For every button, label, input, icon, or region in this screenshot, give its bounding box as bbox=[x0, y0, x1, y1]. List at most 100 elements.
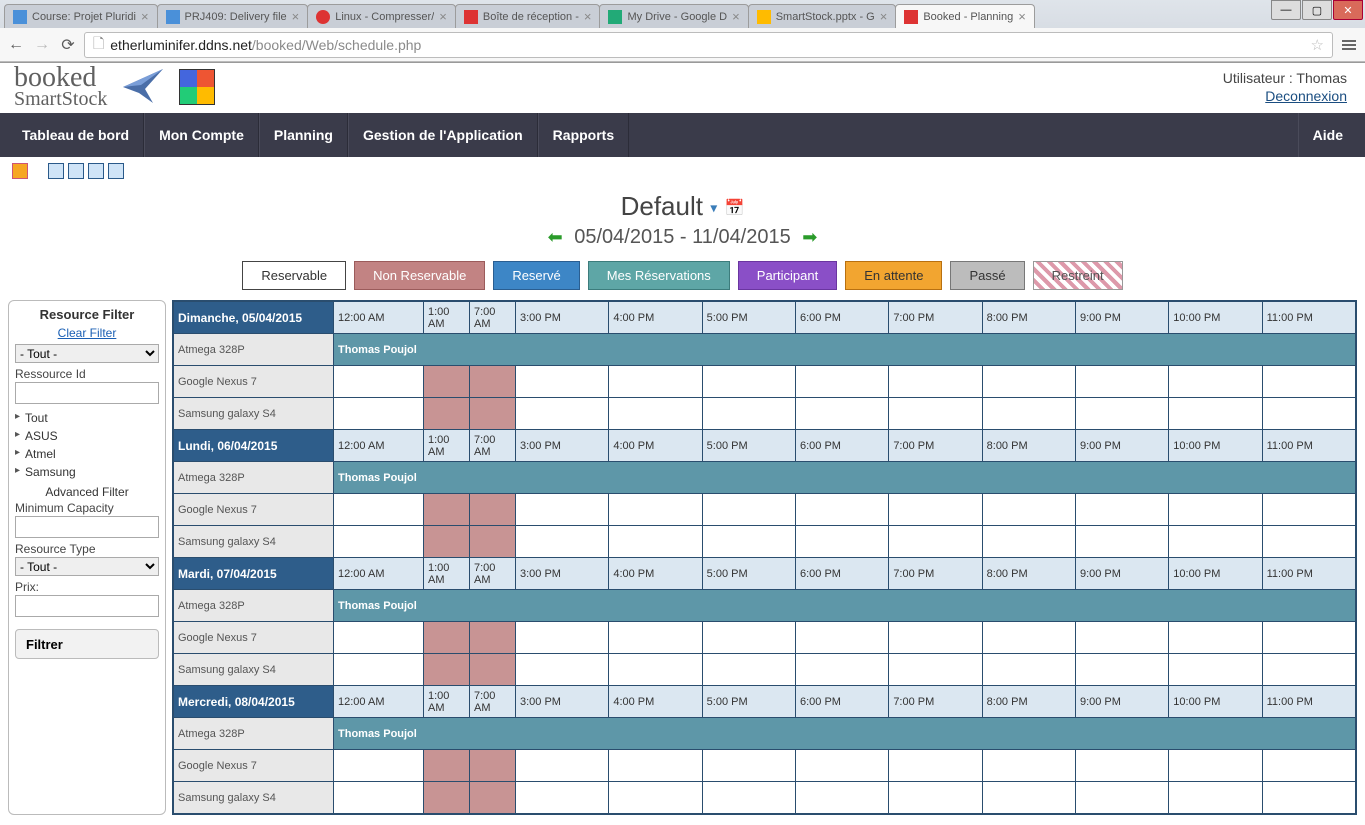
time-slot[interactable] bbox=[702, 366, 795, 398]
browser-tab[interactable]: My Drive - Google D× bbox=[599, 4, 748, 28]
time-slot[interactable] bbox=[1262, 366, 1355, 398]
time-slot[interactable] bbox=[424, 622, 470, 654]
time-slot[interactable] bbox=[982, 654, 1075, 686]
resource-name[interactable]: Google Nexus 7 bbox=[174, 494, 334, 526]
nav-help[interactable]: Aide bbox=[1298, 113, 1357, 157]
resource-name[interactable]: Samsung galaxy S4 bbox=[174, 654, 334, 686]
resource-name[interactable]: Atmega 328P bbox=[174, 334, 334, 366]
time-slot[interactable] bbox=[516, 526, 609, 558]
browser-tab[interactable]: Linux - Compresser/× bbox=[307, 4, 456, 28]
time-slot[interactable] bbox=[795, 782, 888, 814]
time-slot[interactable] bbox=[1075, 366, 1168, 398]
time-slot[interactable] bbox=[516, 366, 609, 398]
time-slot[interactable] bbox=[609, 494, 702, 526]
clear-filter-link[interactable]: Clear Filter bbox=[15, 326, 159, 340]
time-slot[interactable] bbox=[609, 398, 702, 430]
time-slot[interactable] bbox=[1075, 750, 1168, 782]
tree-item[interactable]: Tout bbox=[15, 409, 159, 427]
time-slot[interactable] bbox=[609, 782, 702, 814]
time-slot[interactable] bbox=[982, 750, 1075, 782]
resource-name[interactable]: Atmega 328P bbox=[174, 590, 334, 622]
minimize-button[interactable]: — bbox=[1271, 0, 1301, 20]
time-slot[interactable] bbox=[889, 782, 982, 814]
time-slot[interactable] bbox=[424, 494, 470, 526]
nav-account[interactable]: Mon Compte bbox=[144, 113, 259, 157]
time-slot[interactable] bbox=[609, 750, 702, 782]
reservation-block[interactable]: Thomas Poujol bbox=[334, 718, 1356, 750]
time-slot[interactable] bbox=[424, 750, 470, 782]
time-slot[interactable] bbox=[1169, 654, 1262, 686]
time-slot[interactable] bbox=[982, 622, 1075, 654]
time-slot[interactable] bbox=[795, 494, 888, 526]
time-slot[interactable] bbox=[334, 398, 424, 430]
time-slot[interactable] bbox=[334, 526, 424, 558]
time-slot[interactable] bbox=[889, 750, 982, 782]
resource-name[interactable]: Samsung galaxy S4 bbox=[174, 782, 334, 814]
time-slot[interactable] bbox=[889, 526, 982, 558]
browser-tab[interactable]: Boîte de réception -× bbox=[455, 4, 601, 28]
time-slot[interactable] bbox=[1169, 750, 1262, 782]
resource-name[interactable]: Samsung galaxy S4 bbox=[174, 526, 334, 558]
time-slot[interactable] bbox=[1262, 654, 1355, 686]
time-slot[interactable] bbox=[470, 398, 516, 430]
reservation-block[interactable]: Thomas Poujol bbox=[334, 590, 1356, 622]
time-slot[interactable] bbox=[982, 526, 1075, 558]
close-window-button[interactable]: ✕ bbox=[1333, 0, 1363, 20]
time-slot[interactable] bbox=[334, 366, 424, 398]
time-slot[interactable] bbox=[889, 366, 982, 398]
calendar-icon[interactable]: 📅 bbox=[724, 201, 744, 218]
time-slot[interactable] bbox=[795, 366, 888, 398]
time-slot[interactable] bbox=[795, 526, 888, 558]
time-slot[interactable] bbox=[1169, 782, 1262, 814]
prev-week-button[interactable]: ⬅ bbox=[548, 227, 563, 247]
time-slot[interactable] bbox=[1169, 622, 1262, 654]
time-slot[interactable] bbox=[982, 494, 1075, 526]
browser-tab[interactable]: PRJ409: Delivery file× bbox=[157, 4, 309, 28]
time-slot[interactable] bbox=[516, 398, 609, 430]
resource-type-select[interactable]: - Tout - bbox=[15, 557, 159, 576]
time-slot[interactable] bbox=[1262, 750, 1355, 782]
time-slot[interactable] bbox=[609, 622, 702, 654]
chrome-menu-button[interactable] bbox=[1339, 35, 1359, 55]
time-slot[interactable] bbox=[1075, 622, 1168, 654]
time-slot[interactable] bbox=[470, 782, 516, 814]
time-slot[interactable] bbox=[1262, 622, 1355, 654]
time-slot[interactable] bbox=[609, 366, 702, 398]
resource-name[interactable]: Atmega 328P bbox=[174, 718, 334, 750]
time-slot[interactable] bbox=[516, 622, 609, 654]
time-slot[interactable] bbox=[470, 494, 516, 526]
tree-item[interactable]: ASUS bbox=[15, 427, 159, 445]
time-slot[interactable] bbox=[1262, 398, 1355, 430]
time-slot[interactable] bbox=[334, 750, 424, 782]
time-slot[interactable] bbox=[982, 366, 1075, 398]
resource-id-input[interactable] bbox=[15, 382, 159, 404]
time-slot[interactable] bbox=[795, 398, 888, 430]
tab-close-icon[interactable]: × bbox=[1018, 9, 1026, 24]
favorite-view-icon[interactable] bbox=[12, 163, 28, 179]
reservation-block[interactable]: Thomas Poujol bbox=[334, 462, 1356, 494]
time-slot[interactable] bbox=[424, 526, 470, 558]
time-slot[interactable] bbox=[470, 654, 516, 686]
url-input[interactable]: 🗋 etherluminifer.ddns.net/booked/Web/sch… bbox=[84, 32, 1333, 58]
view-week-icon[interactable] bbox=[68, 163, 84, 179]
time-slot[interactable] bbox=[1075, 654, 1168, 686]
view-month-icon[interactable] bbox=[88, 163, 104, 179]
time-slot[interactable] bbox=[702, 654, 795, 686]
tab-close-icon[interactable]: × bbox=[439, 9, 447, 24]
time-slot[interactable] bbox=[702, 526, 795, 558]
time-slot[interactable] bbox=[609, 654, 702, 686]
time-slot[interactable] bbox=[424, 366, 470, 398]
view-list-icon[interactable] bbox=[108, 163, 124, 179]
time-slot[interactable] bbox=[334, 622, 424, 654]
time-slot[interactable] bbox=[1169, 398, 1262, 430]
time-slot[interactable] bbox=[1262, 526, 1355, 558]
time-slot[interactable] bbox=[982, 398, 1075, 430]
nav-dashboard[interactable]: Tableau de bord bbox=[8, 113, 144, 157]
time-slot[interactable] bbox=[795, 622, 888, 654]
resource-name[interactable]: Atmega 328P bbox=[174, 462, 334, 494]
bookmark-star-icon[interactable]: ☆ bbox=[1311, 36, 1324, 54]
resource-name[interactable]: Google Nexus 7 bbox=[174, 622, 334, 654]
time-slot[interactable] bbox=[334, 494, 424, 526]
logout-link[interactable]: Deconnexion bbox=[1265, 88, 1347, 104]
nav-planning[interactable]: Planning bbox=[259, 113, 348, 157]
